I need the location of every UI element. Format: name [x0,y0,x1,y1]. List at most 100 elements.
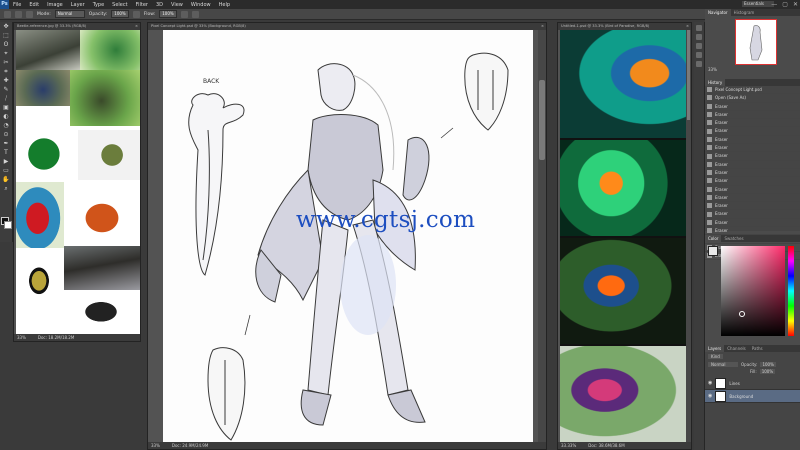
clone-stamp-tool-icon[interactable]: ⧸ [2,95,10,103]
pen-tool-icon[interactable]: ✒ [2,140,10,148]
menu-select[interactable]: Select [108,2,131,8]
zoom-level[interactable]: 33.33% [561,442,576,449]
healing-tool-icon[interactable]: ✚ [2,77,10,85]
color-field[interactable] [721,246,785,336]
brush-tool-icon[interactable]: ✎ [2,86,10,94]
lasso-tool-icon[interactable]: ʘ [2,41,10,49]
character-panel-icon[interactable] [696,52,702,58]
menu-3d[interactable]: 3D [152,2,167,8]
blend-mode-select[interactable]: Normal [708,362,738,367]
kind-filter[interactable]: Kind [708,354,723,359]
history-item[interactable]: Eraser [705,119,800,128]
type-tool-icon[interactable]: T [2,149,10,157]
history-item[interactable]: Eraser [705,103,800,111]
history-item[interactable]: Open (Save As) [705,94,800,103]
history-item[interactable]: Eraser [705,210,800,219]
vertical-scrollbar[interactable] [686,30,691,444]
eraser-tool-icon[interactable]: ▣ [2,104,10,112]
history-panel-icon[interactable] [696,25,702,31]
history-item[interactable]: Eraser [705,202,800,211]
close-icon[interactable]: × [135,23,140,30]
quick-select-tool-icon[interactable]: ⌖ [2,50,10,58]
background-color-swatch[interactable] [4,221,12,229]
menu-file[interactable]: File [9,2,25,8]
workspace-switcher[interactable]: Essentials [742,1,774,7]
paragraph-panel-icon[interactable] [696,61,702,67]
gradient-tool-icon[interactable]: ◐ [2,113,10,121]
brush-panel-icon[interactable] [696,43,702,49]
foreground-swatch[interactable] [708,246,718,256]
history-item[interactable]: Eraser [705,186,800,194]
document-tab-sketch[interactable]: Pixel Concept Light.psd @ 33% (Backgroun… [148,23,546,30]
tab-paths[interactable]: Paths [749,345,766,352]
hue-slider[interactable] [788,246,794,336]
document-tab-beetles[interactable]: Beetle-reference.jpg @ 33.3% (RGB/8) × [14,23,140,30]
zoom-level[interactable]: 33% [17,334,26,341]
history-item[interactable]: Eraser [705,177,800,186]
mode-select[interactable]: Normal [54,10,85,18]
scrollbar-thumb[interactable] [539,80,545,160]
marquee-tool-icon[interactable]: ⬚ [2,32,10,40]
history-item[interactable]: Eraser [705,127,800,136]
tab-histogram[interactable]: Histogram [731,9,758,16]
scrollbar-thumb[interactable] [687,30,690,120]
tab-swatches[interactable]: Swatches [721,235,746,242]
brush-panel-icon[interactable] [26,10,33,18]
menu-view[interactable]: View [167,2,187,8]
history-item[interactable]: Eraser [705,144,800,153]
layer-opacity-field[interactable]: 100% [760,362,776,367]
visibility-eye-icon[interactable]: ◉ [708,380,712,386]
zoom-tool-icon[interactable]: ⌕ [2,185,10,193]
vertical-scrollbar[interactable] [538,30,546,445]
close-button[interactable]: ✕ [793,1,798,8]
document-window-sketch[interactable]: Pixel Concept Light.psd @ 33% (Backgroun… [147,22,547,450]
tab-history[interactable]: History [705,79,726,86]
menu-help[interactable]: Help [215,2,234,8]
navigator-preview[interactable] [735,19,777,65]
zoom-level[interactable]: 33% [151,442,160,449]
hand-tool-icon[interactable]: ✋ [2,176,10,184]
history-item[interactable]: Eraser [705,194,800,203]
crop-tool-icon[interactable]: ✂ [2,59,10,67]
history-item[interactable]: Eraser [705,136,800,145]
opacity-field[interactable]: 100% [111,10,129,18]
layer-fill-field[interactable]: 100% [759,369,776,374]
shape-tool-icon[interactable]: ▭ [2,167,10,175]
menu-type[interactable]: Type [89,2,108,8]
slice-tool-icon[interactable]: ⌗ [2,68,10,76]
menu-filter[interactable]: Filter [132,2,152,8]
history-item[interactable]: Eraser [705,161,800,169]
history-item[interactable]: Eraser [705,219,800,228]
airbrush-icon[interactable] [180,10,188,18]
dodge-tool-icon[interactable]: ◔ [2,122,10,130]
tab-navigator[interactable]: Navigator [705,9,731,16]
tab-color[interactable]: Color [705,235,722,242]
layer-item-lines[interactable]: ◉ Lines [705,377,800,390]
tab-channels[interactable]: Channels [724,345,749,352]
menu-edit[interactable]: Edit [25,2,43,8]
pressure-size-icon[interactable] [191,10,199,18]
color-picker-ring[interactable] [739,311,745,317]
minimize-button[interactable]: — [771,1,777,8]
document-tab-flowers[interactable]: Untitled-1.psd @ 33.3% (Bird of Paradise… [558,23,691,30]
document-window-beetles[interactable]: Beetle-reference.jpg @ 33.3% (RGB/8) × 33… [13,22,141,342]
brush-preset-icon[interactable] [15,10,22,18]
tab-layers[interactable]: Layers [705,345,725,352]
document-window-flowers[interactable]: Untitled-1.psd @ 33.3% (Bird of Paradise… [557,22,692,450]
history-snapshot[interactable]: Pixel Concept Light.psd [705,86,800,95]
tool-preset-icon[interactable] [4,10,11,18]
menu-image[interactable]: Image [43,2,67,8]
blur-tool-icon[interactable]: ⊙ [2,131,10,139]
path-select-tool-icon[interactable]: ▶ [2,158,10,166]
layer-item-background[interactable]: ◉ Background [705,390,800,403]
history-item[interactable]: Eraser [705,169,800,178]
pressure-opacity-icon[interactable] [132,10,140,18]
menu-layer[interactable]: Layer [67,2,89,8]
navigator-zoom[interactable]: 33% [708,67,717,72]
flow-field[interactable]: 100% [159,10,177,18]
history-item[interactable]: Eraser [705,111,800,120]
close-icon[interactable]: × [686,23,691,30]
properties-panel-icon[interactable] [696,34,702,40]
close-icon[interactable]: × [541,23,546,30]
history-item[interactable]: Eraser [705,152,800,161]
